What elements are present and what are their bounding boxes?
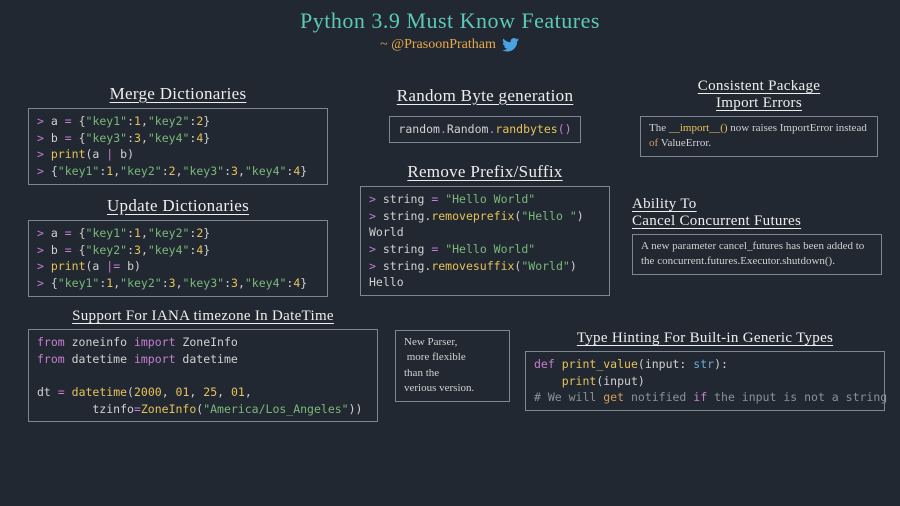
randbytes-section: Random Byte generation random.Random.ran… [360, 86, 610, 143]
twitter-bird-icon [502, 36, 520, 54]
importerr-title: Consistent Package Import Errors [640, 78, 878, 112]
iana-section: Support For IANA timezone In DateTime fr… [28, 308, 378, 422]
typehint-code: def print_value(input: str): print(input… [525, 351, 885, 411]
typehint-title: Type Hinting For Built-in Generic Types [525, 330, 885, 347]
importerr-text: The __import__() now raises ImportError … [640, 116, 878, 157]
cancel-title: Ability To Cancel Concurrent Futures [632, 196, 882, 230]
author-handle: ~ @PrasoonPratham [380, 37, 496, 53]
header: Python 3.9 Must Know Features ~ @Prasoon… [0, 0, 900, 54]
iana-title: Support For IANA timezone In DateTime [28, 308, 378, 325]
iana-code: from zoneinfo import ZoneInfo from datet… [28, 329, 378, 422]
merge-title: Merge Dictionaries [28, 84, 328, 104]
prefix-code: > string = "Hello World" > string.remove… [360, 186, 610, 296]
typehint-section: Type Hinting For Built-in Generic Types … [525, 330, 885, 411]
merge-dictionaries-section: Merge Dictionaries > a = {"key1":1,"key2… [28, 84, 328, 185]
cancel-text: A new parameter cancel_futures has been … [632, 234, 882, 275]
prefix-title: Remove Prefix/Suffix [360, 162, 610, 182]
prefix-section: Remove Prefix/Suffix > string = "Hello W… [360, 162, 610, 296]
randbytes-code: random.Random.randbytes() [389, 116, 580, 143]
update-code: > a = {"key1":1,"key2":2} > b = {"key2":… [28, 220, 328, 297]
update-dictionaries-section: Update Dictionaries > a = {"key1":1,"key… [28, 196, 328, 297]
importerr-section: Consistent Package Import Errors The __i… [640, 78, 878, 157]
merge-code: > a = {"key1":1,"key2":2} > b = {"key3":… [28, 108, 328, 185]
update-title: Update Dictionaries [28, 196, 328, 216]
author-line: ~ @PrasoonPratham [380, 36, 520, 54]
randbytes-title: Random Byte generation [360, 86, 610, 106]
parser-note: New Parser, more flexible than the verio… [395, 330, 510, 402]
page-title: Python 3.9 Must Know Features [0, 8, 900, 34]
cancel-section: Ability To Cancel Concurrent Futures A n… [632, 196, 882, 275]
